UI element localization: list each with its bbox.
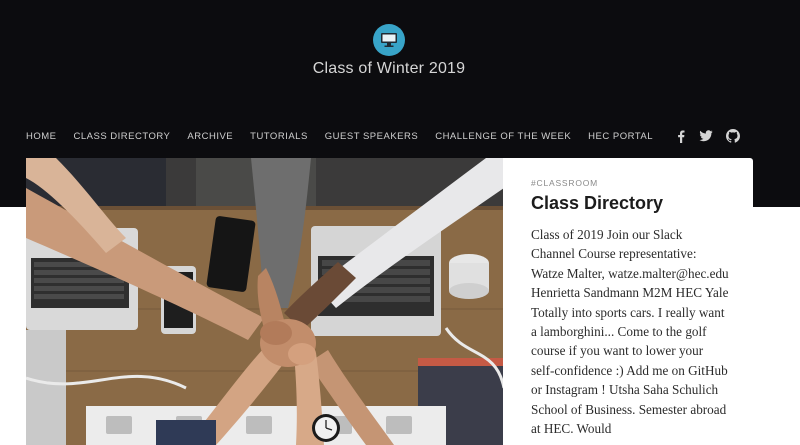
nav-item-hec-portal[interactable]: HEC PORTAL [588, 131, 653, 142]
nav-item-tutorials[interactable]: TUTORIALS [250, 131, 308, 142]
facebook-link[interactable] [674, 128, 688, 144]
facebook-icon [678, 130, 685, 143]
nav-item-home[interactable]: HOME [26, 131, 57, 142]
site-logo[interactable] [373, 24, 405, 56]
post-excerpt: Class of 2019 Join our Slack Channel Cou… [531, 227, 729, 437]
nav-item-guest-speakers[interactable]: GUEST SPEAKERS [325, 131, 418, 142]
nav-item-class-directory[interactable]: CLASS DIRECTORY [74, 131, 171, 142]
post-tag[interactable]: #CLASSROOM [531, 178, 725, 188]
github-icon [726, 129, 740, 143]
site-title[interactable]: Class of Winter 2019 [0, 60, 778, 78]
twitter-link[interactable] [698, 128, 714, 144]
main-nav: HOME CLASS DIRECTORY ARCHIVE TUTORIALS G… [26, 129, 670, 143]
computer-monitor-icon [381, 33, 397, 47]
nav-item-archive[interactable]: ARCHIVE [187, 131, 233, 142]
team-fist-bump-photo [26, 158, 504, 445]
post-card[interactable]: #CLASSROOM Class Directory Class of 2019… [503, 158, 753, 445]
github-link[interactable] [725, 128, 741, 144]
nav-item-challenge-of-the-week[interactable]: CHALLENGE OF THE WEEK [435, 131, 571, 142]
hero-image[interactable] [26, 158, 504, 445]
post-title[interactable]: Class Directory [531, 192, 725, 214]
twitter-icon [699, 130, 713, 142]
